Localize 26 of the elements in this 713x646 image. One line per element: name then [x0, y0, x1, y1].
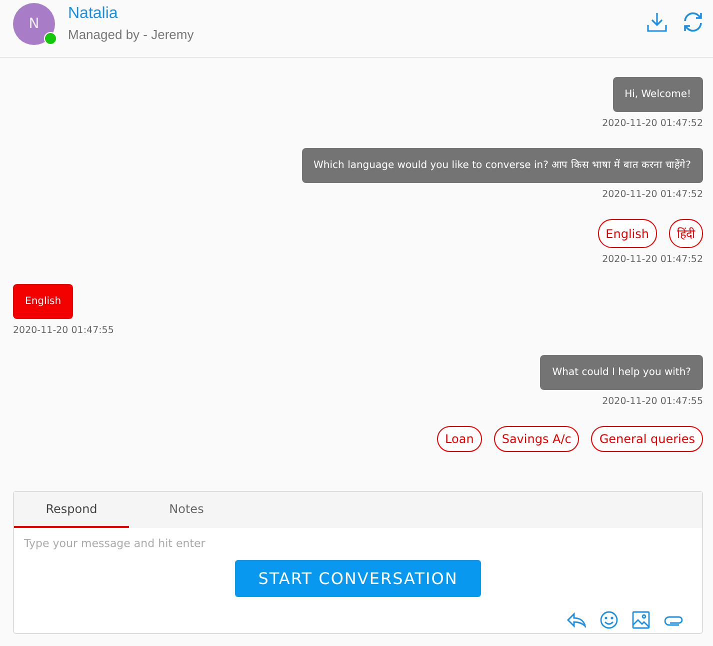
message-timestamp: 2020-11-20 01:47:52 — [602, 254, 703, 265]
contact-name: Natalia — [68, 4, 119, 24]
quick-reply-button[interactable]: General queries — [591, 426, 703, 452]
message-timestamp: 2020-11-20 01:47:55 — [13, 325, 114, 336]
image-icon[interactable] — [632, 611, 650, 629]
quick-reply-button[interactable]: Loan — [437, 426, 482, 452]
managed-by-text: Managed by - Jeremy — [68, 26, 194, 44]
smiley-icon[interactable] — [600, 611, 618, 629]
avatar-initial: N — [28, 16, 40, 32]
chat-bubble: Which language would you like to converse in? आप किस भाषा में बात करना चाहेंगे? — [302, 148, 703, 183]
quick-reply-button[interactable]: हिंदी — [669, 219, 703, 248]
message-timestamp: 2020-11-20 01:47:52 — [602, 118, 703, 129]
chat-bubble: Hi, Welcome! — [612, 77, 703, 112]
refresh-icon[interactable] — [682, 11, 704, 33]
chat-bubble: English — [13, 284, 74, 319]
paperclip-icon[interactable] — [664, 614, 684, 626]
composer-tab[interactable]: Notes — [129, 492, 244, 528]
reply-icon[interactable] — [566, 612, 586, 628]
quick-reply-button[interactable]: Savings A/c — [494, 426, 580, 452]
download-icon[interactable] — [646, 11, 668, 33]
message-timestamp: 2020-11-20 01:47:55 — [602, 396, 703, 407]
quick-reply-button[interactable]: English — [598, 219, 657, 248]
start-conversation-button[interactable]: START CONVERSATION — [235, 560, 481, 597]
message-timestamp: 2020-11-20 01:47:52 — [602, 189, 703, 200]
composer-tab[interactable]: Respond — [14, 492, 129, 528]
chat-bubble: What could I help you with? — [540, 355, 703, 390]
